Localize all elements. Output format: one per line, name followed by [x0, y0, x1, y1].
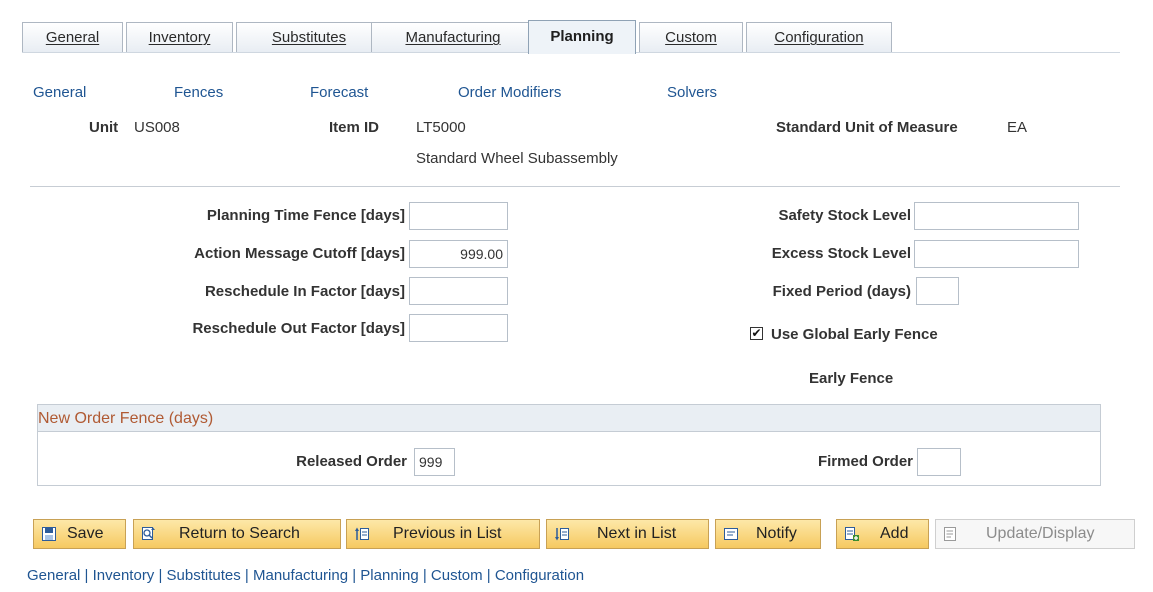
- footer-separator: |: [154, 567, 167, 584]
- use-global-early-fence-label: Use Global Early Fence: [771, 326, 938, 343]
- fixed-period-label: Fixed Period (days): [772, 283, 911, 300]
- new-order-fence-title: New Order Fence (days): [38, 405, 1100, 432]
- next-in-list-label: Next in List: [597, 525, 677, 542]
- firmed-order-input[interactable]: [917, 448, 961, 476]
- page-tab-bar: General Inventory Substitutes Manufactur…: [22, 20, 1120, 54]
- tab-manufacturing[interactable]: Manufacturing: [371, 22, 535, 52]
- notify-icon: [724, 528, 738, 540]
- excess-stock-level-label: Excess Stock Level: [771, 245, 911, 262]
- firmed-order-label: Firmed Order: [817, 453, 913, 470]
- tab-substitutes[interactable]: Substitutes: [236, 22, 382, 52]
- tab-inventory[interactable]: Inventory: [126, 22, 233, 52]
- footer-separator: |: [240, 567, 253, 584]
- unit-label: Unit: [89, 119, 119, 136]
- released-order-input[interactable]: 999: [414, 448, 455, 476]
- tab-planning[interactable]: Planning: [528, 20, 636, 54]
- footer-link-general[interactable]: General: [27, 567, 80, 584]
- next-in-list-button[interactable]: Next in List: [546, 519, 709, 549]
- update-display-icon: [944, 527, 956, 541]
- footer-separator: |: [418, 567, 431, 584]
- tab-general[interactable]: General: [22, 22, 123, 52]
- new-order-fence-title-text: New Order Fence (days): [38, 410, 214, 427]
- subnav-forecast[interactable]: Forecast: [310, 84, 368, 101]
- use-global-early-fence-checkbox[interactable]: ✔: [750, 327, 763, 340]
- return-to-search-label: Return to Search: [179, 525, 300, 542]
- subnav-solvers[interactable]: Solvers: [667, 84, 717, 101]
- footer-separator: |: [482, 567, 495, 584]
- save-label: Save: [67, 525, 104, 542]
- reschedule-out-factor-label: Reschedule Out Factor [days]: [192, 320, 405, 337]
- item-id-label: Item ID: [329, 119, 380, 136]
- footer-link-substitutes[interactable]: Substitutes: [167, 567, 241, 584]
- planning-time-fence-input[interactable]: [409, 202, 508, 230]
- add-label: Add: [880, 525, 909, 542]
- footer-link-planning[interactable]: Planning: [360, 567, 418, 584]
- tab-configuration[interactable]: Configuration: [746, 22, 892, 52]
- footer-link-manufacturing[interactable]: Manufacturing: [253, 567, 348, 584]
- add-button[interactable]: Add: [836, 519, 929, 549]
- add-icon: [845, 527, 859, 541]
- notify-button[interactable]: Notify: [715, 519, 821, 549]
- item-id-value: LT5000: [416, 119, 466, 136]
- subnav-order-modifiers[interactable]: Order Modifiers: [458, 84, 561, 101]
- footer-nav: General | Inventory | Substitutes | Manu…: [27, 567, 584, 584]
- reschedule-in-factor-input[interactable]: [409, 277, 508, 305]
- excess-stock-level-input[interactable]: [914, 240, 1079, 268]
- next-in-list-icon: [555, 528, 569, 541]
- action-message-cutoff-input[interactable]: 999.00: [409, 240, 508, 268]
- tab-custom[interactable]: Custom: [639, 22, 743, 52]
- previous-in-list-button[interactable]: Previous in List: [346, 519, 540, 549]
- item-description: Standard Wheel Subassembly: [416, 150, 618, 167]
- footer-separator: |: [348, 567, 361, 584]
- subnav-fences[interactable]: Fences: [174, 84, 223, 101]
- previous-in-list-icon: [355, 527, 369, 540]
- update-display-label: Update/Display: [986, 525, 1095, 542]
- notify-label: Notify: [756, 525, 797, 542]
- released-order-label: Released Order: [296, 453, 407, 470]
- save-button[interactable]: Save: [33, 519, 126, 549]
- footer-separator: |: [80, 567, 93, 584]
- save-icon: [42, 527, 56, 541]
- fixed-period-input[interactable]: [916, 277, 959, 305]
- reschedule-out-factor-input[interactable]: [409, 314, 508, 342]
- update-display-button[interactable]: Update/Display: [935, 519, 1135, 549]
- safety-stock-level-input[interactable]: [914, 202, 1079, 230]
- unit-value: US008: [134, 119, 180, 136]
- previous-in-list-label: Previous in List: [393, 525, 502, 542]
- footer-link-inventory[interactable]: Inventory: [93, 567, 155, 584]
- uom-label: Standard Unit of Measure: [776, 119, 958, 136]
- footer-link-custom[interactable]: Custom: [431, 567, 483, 584]
- footer-link-configuration[interactable]: Configuration: [495, 567, 584, 584]
- reschedule-in-factor-label: Reschedule In Factor [days]: [204, 283, 405, 300]
- planning-time-fence-label: Planning Time Fence [days]: [206, 207, 405, 224]
- uom-value: EA: [1007, 119, 1028, 136]
- action-message-cutoff-label: Action Message Cutoff [days]: [194, 245, 405, 262]
- early-fence-label: Early Fence: [809, 370, 894, 387]
- return-to-search-button[interactable]: Return to Search: [133, 519, 341, 549]
- return-to-search-icon: [142, 527, 155, 540]
- subnav-general[interactable]: General: [33, 84, 86, 101]
- safety-stock-level-label: Safety Stock Level: [778, 207, 911, 224]
- section-divider: [30, 186, 1120, 187]
